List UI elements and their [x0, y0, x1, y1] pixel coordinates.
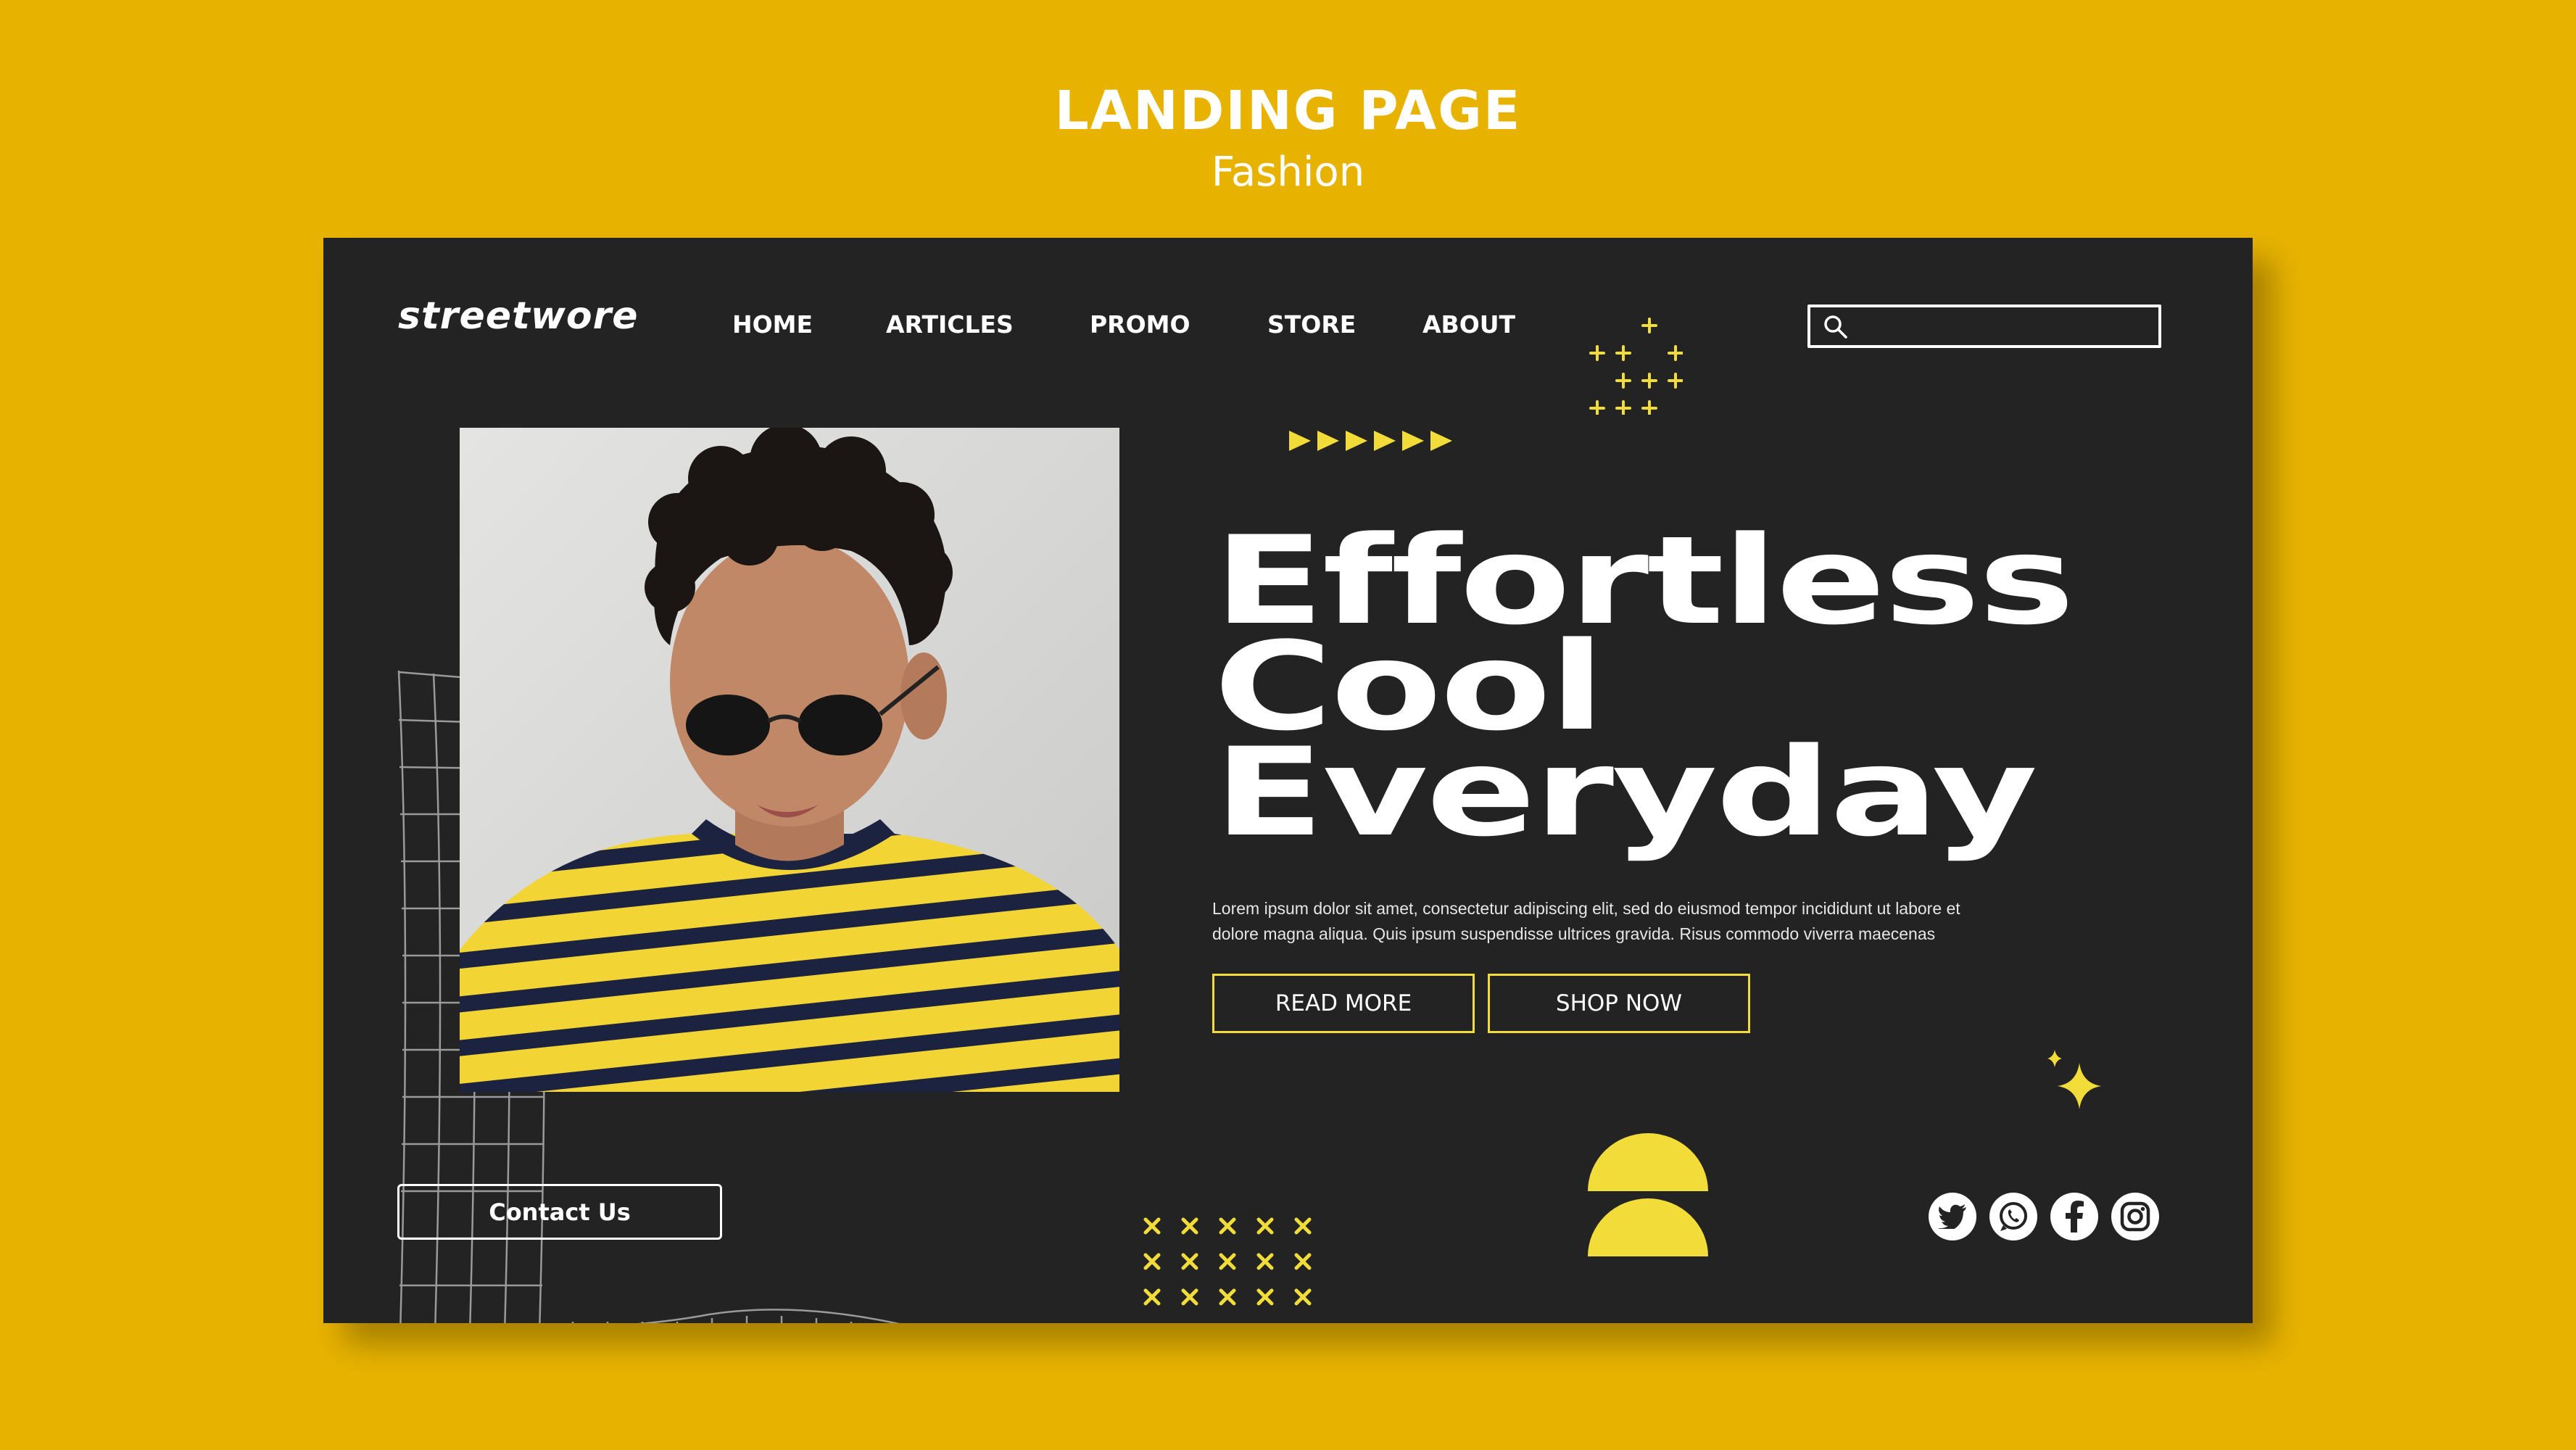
cross-pattern-decoration: [1143, 1217, 1312, 1306]
search-input[interactable]: [1863, 312, 2153, 341]
description-line-1: Lorem ipsum dolor sit amet, consectetur …: [1212, 899, 1960, 918]
plus-pattern-decoration: [1589, 318, 1683, 415]
read-more-button[interactable]: READ MORE: [1212, 974, 1475, 1033]
nav-item-store[interactable]: STORE: [1267, 310, 1356, 339]
nav-item-home[interactable]: HOME: [732, 310, 813, 339]
arrow-triangles-decoration: [1289, 431, 1452, 451]
page-subtitle: Fashion: [1211, 149, 1365, 196]
nav-item-about[interactable]: ABOUT: [1422, 310, 1515, 339]
sparkle-icon: [2047, 1050, 2101, 1109]
semicircles-decoration: [1588, 1133, 1708, 1256]
nav-item-articles[interactable]: ARTICLES: [886, 310, 1014, 339]
landing-card: streetwore HOME ARTICLES PROMO STORE ABO…: [323, 238, 2253, 1323]
nav-item-promo[interactable]: PROMO: [1090, 310, 1190, 339]
contact-us-button[interactable]: Contact Us: [397, 1184, 722, 1240]
instagram-icon[interactable]: [2111, 1193, 2159, 1240]
page-heading: LANDING PAGE Fashion: [0, 78, 2576, 199]
main-nav: HOME ARTICLES PROMO STORE ABOUT: [323, 310, 1628, 347]
shop-now-button[interactable]: SHOP NOW: [1488, 974, 1750, 1033]
model-photo-illustration: [460, 428, 1119, 1092]
whatsapp-icon[interactable]: [1989, 1193, 2037, 1240]
hero-photo: [460, 428, 1119, 1092]
search-icon: [1824, 315, 1847, 339]
hero-headline: Effortless Cool Everyday: [1214, 520, 2075, 863]
hero-description: Lorem ipsum dolor sit amet, consectetur …: [1212, 896, 1988, 947]
facebook-icon[interactable]: [2050, 1193, 2098, 1240]
description-line-2: dolore magna aliqua. Quis ipsum suspendi…: [1212, 924, 1936, 943]
twitter-icon[interactable]: [1929, 1193, 1976, 1240]
search-bar[interactable]: [1807, 304, 2161, 348]
headline-line-3: Everyday: [1214, 721, 2038, 863]
page-title: LANDING PAGE: [1054, 80, 1522, 142]
